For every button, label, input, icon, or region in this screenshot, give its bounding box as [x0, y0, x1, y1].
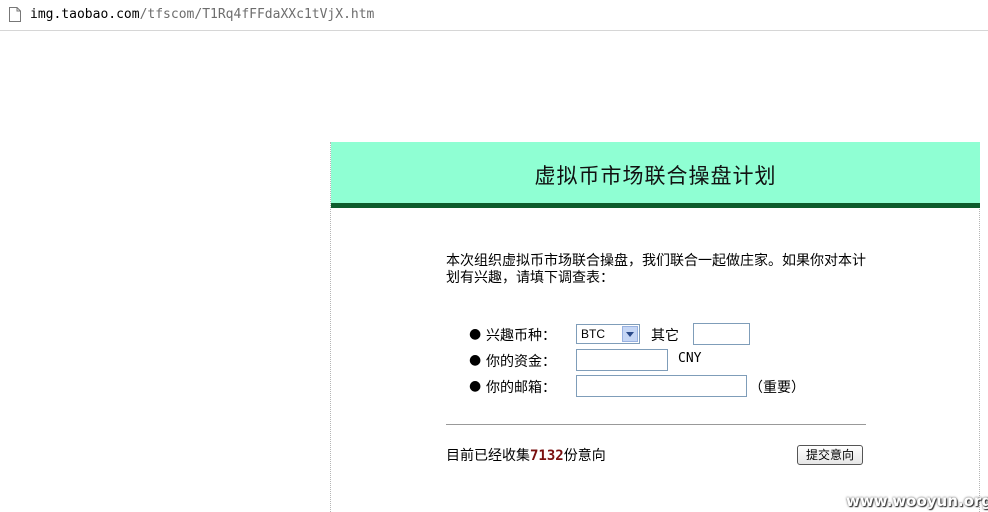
- collected-prefix: 目前已经收集: [446, 448, 530, 464]
- bullet-icon: ●: [469, 378, 482, 394]
- other-currency-input[interactable]: [693, 323, 750, 345]
- email-note: （重要）: [749, 380, 805, 396]
- email-label: 你的邮箱：: [486, 380, 556, 396]
- address-bar[interactable]: img.taobao.com/tfscom/T1Rq4fFFdaXXc1tVjX…: [0, 0, 988, 31]
- currency-selected-value: BTC: [581, 327, 605, 341]
- page-title: 虚拟币市场联合操盘计划: [534, 164, 777, 188]
- url-text[interactable]: img.taobao.com/tfscom/T1Rq4fFFdaXXc1tVjX…: [30, 6, 374, 24]
- currency-select[interactable]: BTC: [576, 324, 640, 344]
- funds-input[interactable]: [576, 349, 668, 371]
- intro-text: 本次组织虚拟币市场联合操盘，我们联合一起做庄家。如果你对本计划有兴趣，请填下调查…: [446, 253, 866, 286]
- email-input[interactable]: [576, 375, 747, 397]
- collected-status: 目前已经收集7132份意向: [446, 445, 606, 465]
- watermark: www.wooyun.org: [846, 492, 988, 510]
- collected-count: 7132: [530, 448, 564, 464]
- other-label: 其它: [651, 328, 679, 344]
- content-panel: 虚拟币市场联合操盘计划 本次组织虚拟币市场联合操盘，我们联合一起做庄家。如果你对…: [330, 142, 980, 512]
- chevron-down-icon[interactable]: [622, 326, 638, 342]
- page-header: 虚拟币市场联合操盘计划: [331, 142, 980, 208]
- bullet-icon: ●: [469, 352, 482, 368]
- form-row-email: ● 你的邮箱： （重要）: [469, 374, 869, 398]
- submit-intent-button[interactable]: 提交意向: [797, 445, 863, 465]
- funds-unit: CNY: [678, 351, 702, 366]
- currency-label: 兴趣币种：: [486, 328, 556, 344]
- url-path: /tfscom/T1Rq4fFFdaXXc1tVjX.htm: [139, 7, 375, 22]
- funds-label: 你的资金：: [486, 354, 556, 370]
- bullet-icon: ●: [469, 326, 482, 342]
- document-icon: [9, 7, 21, 22]
- url-host: img.taobao.com: [30, 7, 140, 22]
- collected-suffix: 份意向: [563, 448, 606, 464]
- form-row-currency: ● 兴趣币种： BTC 其它: [469, 322, 869, 346]
- form-row-funds: ● 你的资金： CNY: [469, 348, 869, 372]
- divider: [446, 424, 866, 425]
